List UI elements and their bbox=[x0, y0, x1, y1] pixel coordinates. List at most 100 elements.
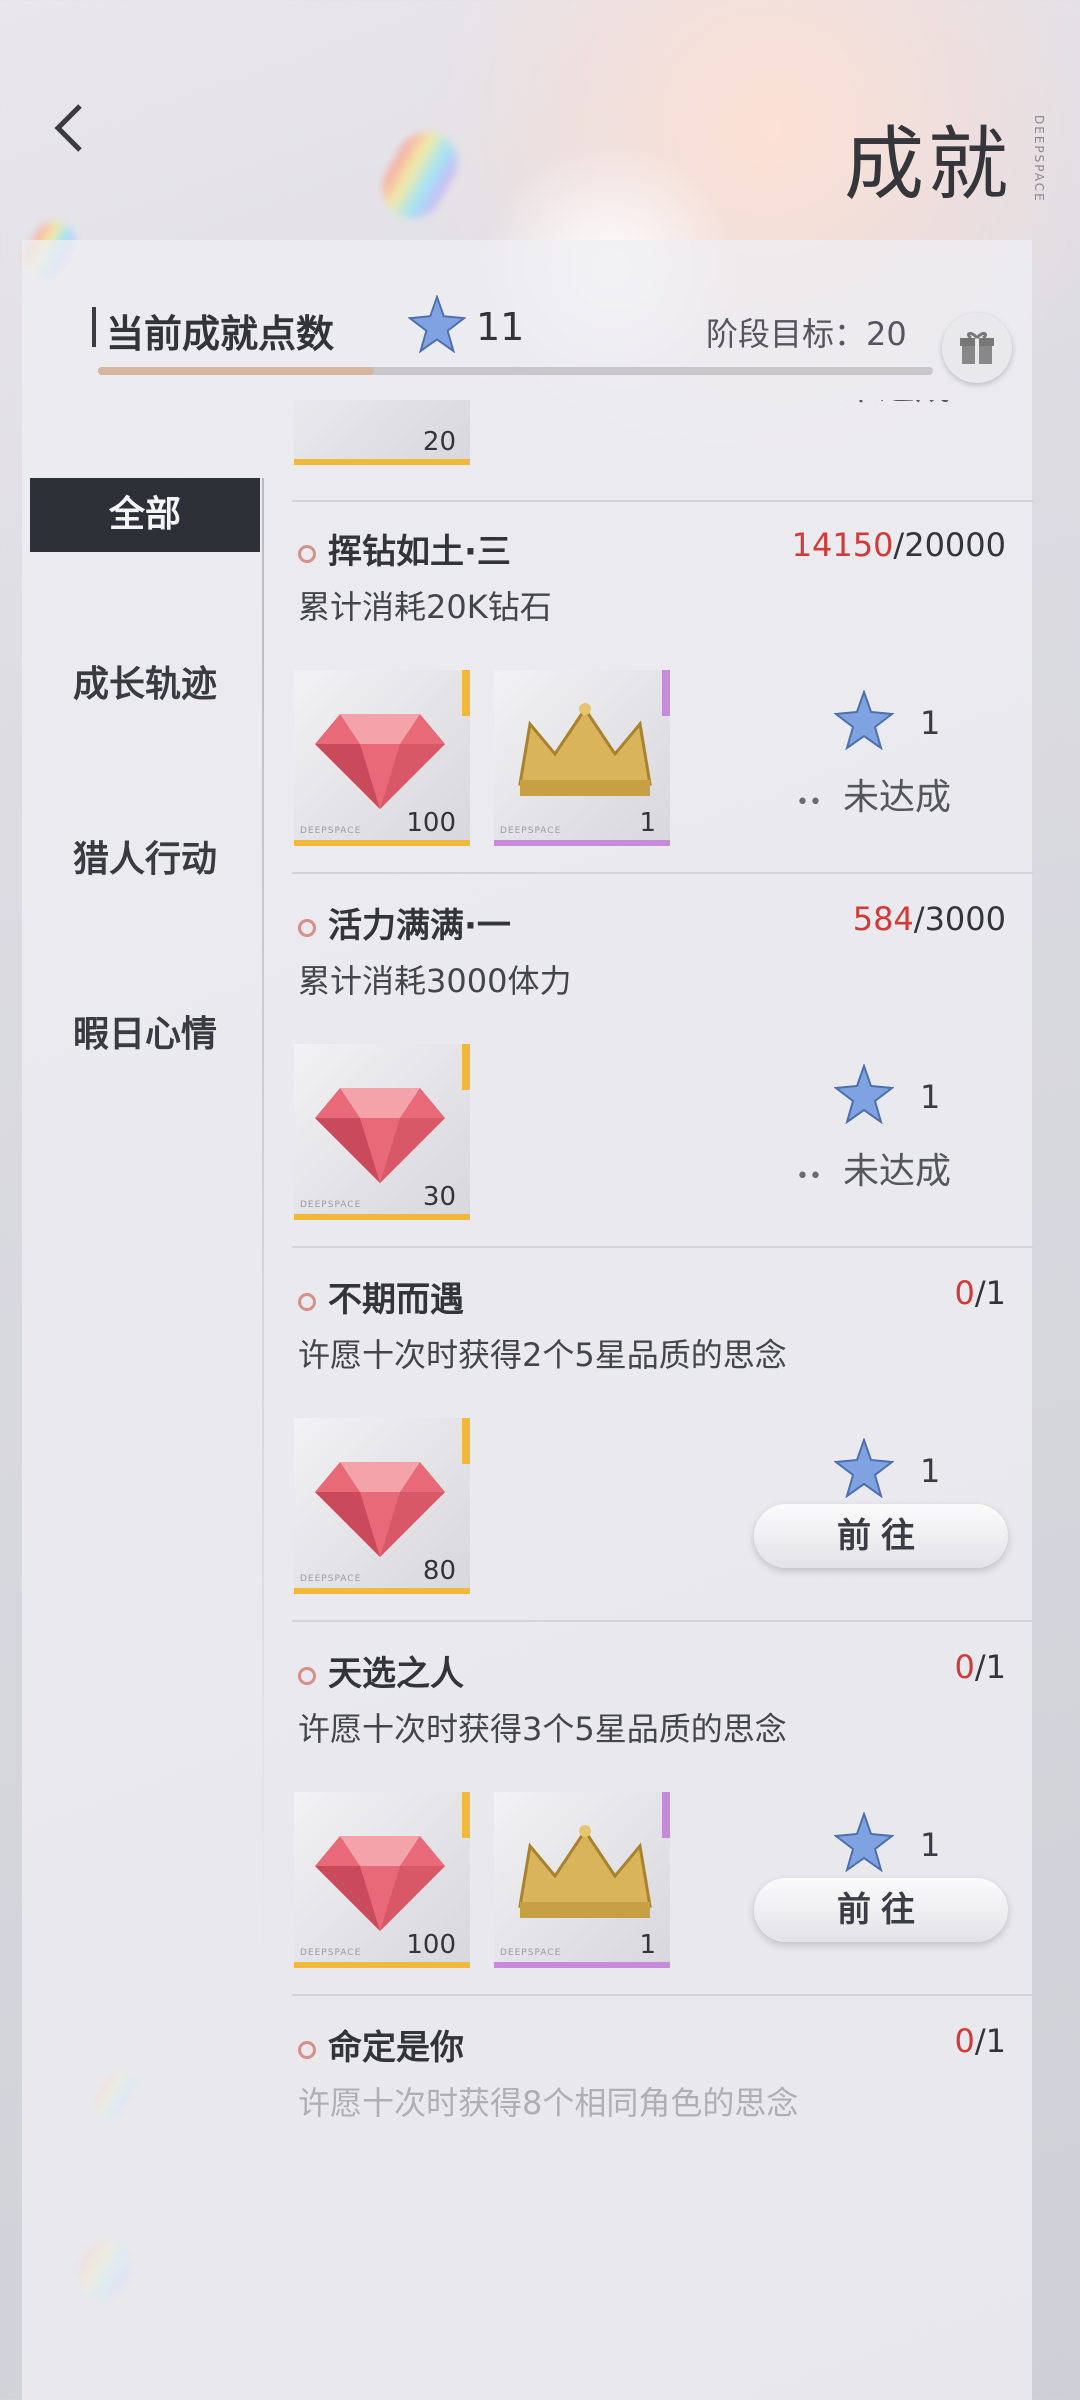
star-reward-value: 1 bbox=[920, 704, 941, 742]
progress-current: 14150 bbox=[791, 526, 894, 564]
progress-current: 0 bbox=[954, 1648, 975, 1686]
back-button[interactable] bbox=[48, 100, 88, 160]
sidebar-item-label: 成长轨迹 bbox=[72, 664, 217, 705]
achievement-card: 活力满满·一 584/3000 累计消耗3000体力 DEEPSPACE 30 … bbox=[292, 874, 1034, 1248]
rarity-tag bbox=[662, 670, 670, 716]
achievement-progress: 0/1 bbox=[955, 1648, 1007, 1686]
reward-item[interactable]: DEEPSPACE 100 bbox=[294, 670, 470, 846]
gem-icon bbox=[315, 1088, 445, 1183]
crown-icon bbox=[518, 1825, 652, 1918]
star-icon bbox=[834, 1438, 894, 1498]
go-button[interactable]: 前往 bbox=[754, 1878, 1008, 1942]
progress-current: 0 bbox=[954, 2022, 975, 2060]
rarity-bar bbox=[294, 840, 470, 846]
reward-watermark: DEEPSPACE bbox=[300, 826, 362, 836]
achievement-points-bar: 当前成就点数 11 阶段目标：20 bbox=[92, 295, 1012, 395]
sidebar-item-label: 猎人行动 bbox=[72, 839, 217, 880]
achievement-desc: 许愿十次时获得2个5星品质的思念 bbox=[298, 1336, 787, 1374]
reward-item[interactable]: DEEPSPACE 100 bbox=[294, 1792, 470, 1968]
status-label: 未达成 bbox=[796, 1142, 951, 1194]
achievement-card: 不期而遇 0/1 许愿十次时获得2个5星品质的思念 DEEPSPACE 80 1… bbox=[292, 1248, 1034, 1622]
reward-watermark: DEEPSPACE bbox=[300, 1574, 362, 1584]
rarity-tag bbox=[462, 1418, 470, 1464]
light-flare bbox=[371, 121, 469, 229]
chevron-left-icon bbox=[54, 104, 82, 152]
sidebar-item-leisure[interactable]: 暇日心情 bbox=[30, 998, 260, 1072]
reward-quantity: 1 bbox=[639, 1930, 656, 1960]
rarity-bar bbox=[294, 1962, 470, 1968]
points-bar-accent bbox=[92, 307, 96, 347]
reward-watermark: DEEPSPACE bbox=[300, 1200, 362, 1210]
achievement-desc: 许愿十次时获得3个5星品质的思念 bbox=[298, 1710, 787, 1748]
star-reward-value: 1 bbox=[920, 1078, 941, 1116]
rarity-bar bbox=[294, 1588, 470, 1594]
points-progress-bar bbox=[98, 367, 933, 375]
reward-item[interactable]: DEEPSPACE 1 bbox=[494, 1792, 670, 1968]
rarity-bar bbox=[294, 459, 470, 465]
crown-icon bbox=[518, 703, 652, 796]
gem-icon bbox=[315, 1836, 445, 1931]
reward-quantity: 100 bbox=[406, 1930, 456, 1960]
star-icon bbox=[834, 690, 894, 750]
achievement-title: 命定是你 bbox=[298, 2020, 464, 2069]
page-title: 成就 bbox=[844, 118, 1012, 211]
sidebar-item-label: 暇日心情 bbox=[72, 1014, 217, 1055]
rarity-bar bbox=[294, 1214, 470, 1220]
achievement-title: 挥钻如土·三 bbox=[298, 524, 511, 573]
star-reward-value: 1 bbox=[920, 1826, 941, 1864]
status-label: 未达成 bbox=[796, 400, 951, 410]
reward-quantity: 30 bbox=[422, 1182, 456, 1212]
reward-quantity: 100 bbox=[406, 808, 456, 838]
points-progress-fill bbox=[98, 367, 374, 375]
brand-watermark: DEEPSPACE bbox=[1032, 115, 1046, 203]
points-label: 当前成就点数 bbox=[106, 312, 335, 356]
rarity-tag bbox=[462, 1792, 470, 1838]
rarity-tag bbox=[462, 1044, 470, 1090]
progress-current: 584 bbox=[852, 900, 914, 938]
achievement-progress: 14150/20000 bbox=[792, 526, 1006, 564]
reward-item[interactable]: DEEPSPACE 30 bbox=[294, 1044, 470, 1220]
gift-icon bbox=[960, 331, 994, 364]
progress-total: /20000 bbox=[893, 526, 1006, 564]
reward-item[interactable]: 20 bbox=[294, 400, 470, 465]
reward-watermark: DEEPSPACE bbox=[500, 826, 562, 836]
achievement-progress: 584/3000 bbox=[853, 900, 1006, 938]
achievement-desc: 累计消耗20K钻石 bbox=[298, 588, 552, 626]
star-icon bbox=[834, 1812, 894, 1872]
achievement-card: 命定是你 0/1 许愿十次时获得8个相同角色的思念 bbox=[292, 1996, 1034, 2140]
achievement-desc: 许愿十次时获得8个相同角色的思念 bbox=[298, 2084, 799, 2122]
star-icon bbox=[834, 1064, 894, 1124]
progress-current: 0 bbox=[954, 1274, 975, 1312]
star-icon bbox=[408, 295, 466, 353]
achievement-card: 天选之人 0/1 许愿十次时获得3个5星品质的思念 DEEPSPACE 100 … bbox=[292, 1622, 1034, 1996]
reward-item[interactable]: DEEPSPACE 80 bbox=[294, 1418, 470, 1594]
sidebar-item-hunter[interactable]: 猎人行动 bbox=[30, 823, 260, 897]
sidebar-item-all[interactable]: 全部 bbox=[30, 478, 260, 552]
reward-watermark: DEEPSPACE bbox=[300, 1948, 362, 1958]
reward-watermark: DEEPSPACE bbox=[500, 1948, 562, 1958]
reward-item[interactable]: DEEPSPACE 1 bbox=[494, 670, 670, 846]
reward-quantity: 80 bbox=[422, 1556, 456, 1586]
gift-button[interactable] bbox=[942, 313, 1012, 383]
progress-total: /1 bbox=[974, 1648, 1006, 1686]
sidebar-item-growth[interactable]: 成长轨迹 bbox=[30, 648, 260, 722]
reward-quantity: 1 bbox=[639, 808, 656, 838]
reward-quantity: 20 bbox=[422, 427, 456, 457]
rarity-bar bbox=[494, 840, 670, 846]
achievement-card: 20 未达成 bbox=[292, 400, 1034, 502]
gem-icon bbox=[315, 714, 445, 809]
go-button[interactable]: 前往 bbox=[754, 1504, 1008, 1568]
achievement-card: 挥钻如土·三 14150/20000 累计消耗20K钻石 DEEPSPACE 1… bbox=[292, 500, 1034, 874]
achievement-desc: 累计消耗3000体力 bbox=[298, 962, 572, 1000]
achievement-title: 天选之人 bbox=[298, 1646, 464, 1695]
gem-icon bbox=[315, 1462, 445, 1557]
rarity-bar bbox=[494, 1962, 670, 1968]
rarity-tag bbox=[462, 670, 470, 716]
achievement-progress: 0/1 bbox=[955, 1274, 1007, 1312]
sidebar-divider bbox=[262, 478, 264, 1958]
progress-total: /3000 bbox=[913, 900, 1006, 938]
stage-goal: 阶段目标：20 bbox=[706, 315, 907, 353]
status-label: 未达成 bbox=[796, 768, 951, 820]
achievement-list[interactable]: 20 未达成 挥钻如土·三 14150/20000 累计消耗20K钻石 DEEP… bbox=[292, 400, 1034, 2140]
points-value: 11 bbox=[476, 305, 525, 349]
